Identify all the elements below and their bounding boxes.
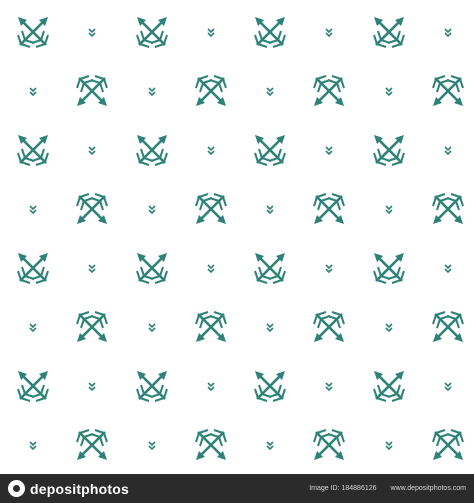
crossed-arrows-icon	[77, 194, 107, 224]
crossed-arrows-icon	[137, 17, 167, 47]
double-chevron-icon	[444, 382, 452, 391]
crossed-arrows-icon	[196, 194, 226, 224]
crossed-arrows-icon	[196, 312, 226, 342]
double-chevron-icon	[444, 28, 452, 37]
crossed-arrows-icon	[255, 253, 285, 283]
brand-name: depositphotos	[30, 480, 130, 497]
double-chevron-icon	[148, 441, 156, 450]
footer-bar: depositphotos Image ID: 184886126 www.de…	[0, 474, 474, 503]
double-chevron-icon	[266, 87, 274, 96]
crossed-arrows-icon	[374, 371, 404, 401]
double-chevron-icon	[325, 146, 333, 155]
crossed-arrows-icon	[137, 135, 167, 165]
crossed-arrows-icon	[433, 312, 463, 342]
crossed-arrows-icon	[137, 371, 167, 401]
crossed-arrows-icon	[255, 135, 285, 165]
double-chevron-icon	[88, 146, 96, 155]
double-chevron-icon	[207, 382, 215, 391]
double-chevron-icon	[325, 382, 333, 391]
double-chevron-icon	[88, 382, 96, 391]
crossed-arrows-icon	[433, 430, 463, 460]
double-chevron-icon	[29, 441, 37, 450]
site-url: www.depositphotos.com	[390, 485, 466, 492]
crossed-arrows-icon	[18, 135, 48, 165]
crossed-arrows-icon	[255, 371, 285, 401]
double-chevron-icon	[385, 441, 393, 450]
double-chevron-icon	[207, 146, 215, 155]
crossed-arrows-icon	[77, 76, 107, 106]
arrow-pattern	[0, 0, 474, 474]
crossed-arrows-icon	[314, 430, 344, 460]
crossed-arrows-icon	[314, 312, 344, 342]
double-chevron-icon	[148, 87, 156, 96]
double-chevron-icon	[325, 28, 333, 37]
double-chevron-icon	[325, 264, 333, 273]
crossed-arrows-icon	[374, 17, 404, 47]
footer-meta: Image ID: 184886126 www.depositphotos.co…	[309, 485, 466, 492]
double-chevron-icon	[266, 323, 274, 332]
crossed-arrows-icon	[433, 194, 463, 224]
crossed-arrows-icon	[314, 76, 344, 106]
double-chevron-icon	[444, 264, 452, 273]
double-chevron-icon	[266, 441, 274, 450]
crossed-arrows-icon	[255, 17, 285, 47]
crossed-arrows-icon	[196, 76, 226, 106]
double-chevron-icon	[266, 205, 274, 214]
crossed-arrows-icon	[18, 17, 48, 47]
crossed-arrows-icon	[374, 253, 404, 283]
double-chevron-icon	[88, 28, 96, 37]
double-chevron-icon	[385, 323, 393, 332]
crossed-arrows-icon	[18, 253, 48, 283]
crossed-arrows-icon	[137, 253, 167, 283]
crossed-arrows-icon	[433, 76, 463, 106]
double-chevron-icon	[29, 87, 37, 96]
depositphotos-logo-icon	[8, 480, 25, 497]
image-id: Image ID: 184886126	[309, 485, 377, 492]
double-chevron-icon	[207, 264, 215, 273]
double-chevron-icon	[385, 205, 393, 214]
crossed-arrows-icon	[374, 135, 404, 165]
crossed-arrows-icon	[196, 430, 226, 460]
brand: depositphotos	[8, 480, 129, 497]
crossed-arrows-icon	[77, 430, 107, 460]
crossed-arrows-icon	[18, 371, 48, 401]
double-chevron-icon	[29, 323, 37, 332]
double-chevron-icon	[148, 205, 156, 214]
crossed-arrows-icon	[77, 312, 107, 342]
double-chevron-icon	[207, 28, 215, 37]
double-chevron-icon	[385, 87, 393, 96]
double-chevron-icon	[29, 205, 37, 214]
double-chevron-icon	[88, 264, 96, 273]
double-chevron-icon	[444, 146, 452, 155]
crossed-arrows-icon	[314, 194, 344, 224]
double-chevron-icon	[148, 323, 156, 332]
